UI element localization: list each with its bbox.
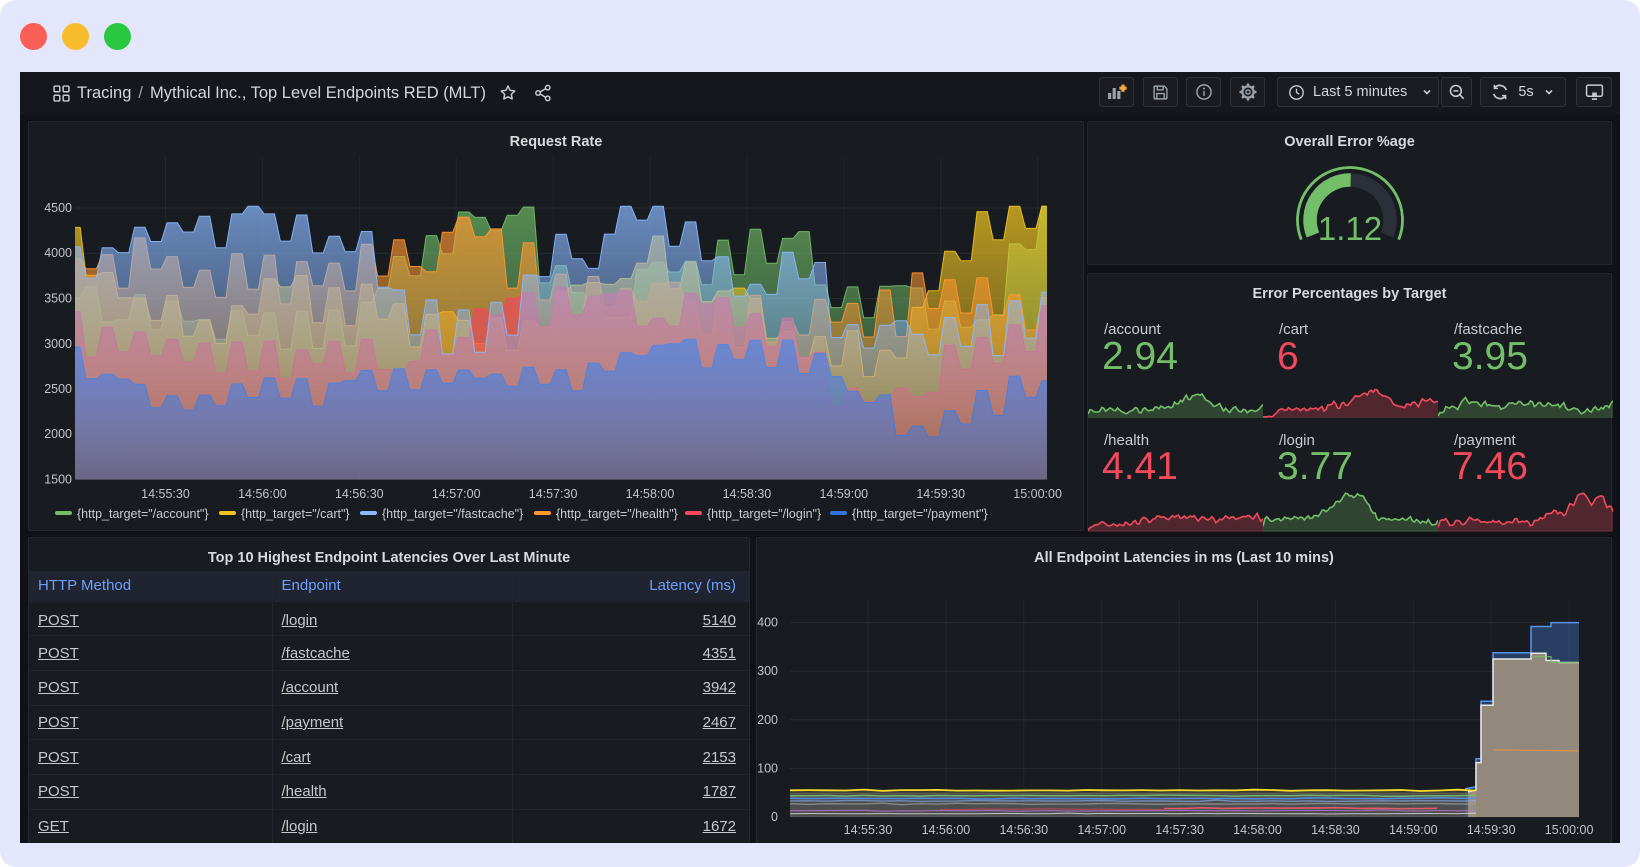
- svg-text:15:00:00: 15:00:00: [1545, 823, 1594, 837]
- svg-text:14:58:30: 14:58:30: [1311, 823, 1360, 837]
- svg-text:14:56:30: 14:56:30: [999, 823, 1048, 837]
- svg-text:14:58:00: 14:58:00: [1233, 823, 1282, 837]
- svg-text:14:57:30: 14:57:30: [1155, 823, 1204, 837]
- svg-text:14:55:30: 14:55:30: [844, 823, 893, 837]
- svg-text:200: 200: [757, 713, 778, 727]
- svg-text:300: 300: [757, 664, 778, 678]
- svg-text:400: 400: [757, 616, 778, 630]
- svg-text:14:59:00: 14:59:00: [1389, 823, 1438, 837]
- svg-text:14:59:30: 14:59:30: [1467, 823, 1516, 837]
- svg-text:14:57:00: 14:57:00: [1077, 823, 1126, 837]
- svg-text:100: 100: [757, 761, 778, 775]
- svg-text:1.12: 1.12: [1318, 210, 1382, 247]
- svg-text:14:56:00: 14:56:00: [922, 823, 971, 837]
- svg-text:0: 0: [771, 810, 778, 824]
